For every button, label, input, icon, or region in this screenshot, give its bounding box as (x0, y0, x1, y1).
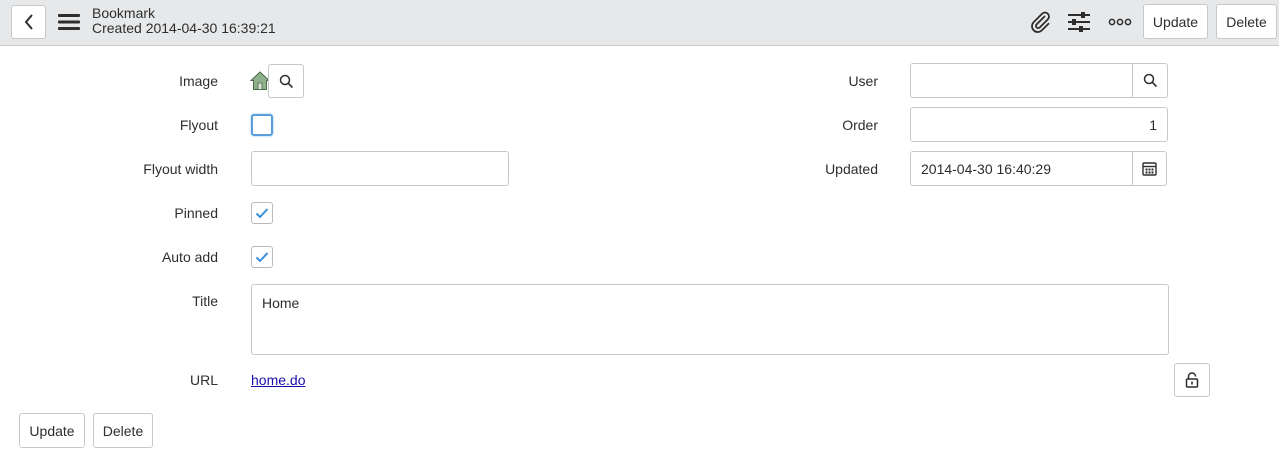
created-timestamp: Created 2014-04-30 16:39:21 (92, 20, 276, 36)
checkmark-icon (255, 208, 269, 219)
auto-add-label: Auto add (161, 249, 218, 265)
url-label: URL (189, 372, 218, 388)
form-header: Bookmark Created 2014-04-30 16:39:21 Upd… (0, 0, 1279, 46)
attachment-button[interactable] (1027, 9, 1053, 35)
unlock-icon (1185, 372, 1199, 388)
title-value: Home (262, 295, 300, 311)
header-update-button[interactable]: Update (1143, 4, 1208, 39)
checkmark-icon (255, 252, 269, 263)
user-lookup-button[interactable] (1132, 63, 1168, 98)
title-textarea[interactable]: Home (251, 284, 1169, 355)
pinned-checkbox[interactable] (251, 202, 273, 224)
updated-label: Updated (825, 161, 878, 177)
date-picker-button[interactable] (1132, 151, 1167, 186)
title-label: Title (192, 293, 218, 309)
home-icon (250, 71, 270, 90)
hamburger-menu-icon[interactable] (58, 12, 80, 32)
page-title: Bookmark (92, 5, 156, 21)
calendar-icon (1142, 162, 1157, 176)
url-link[interactable]: home.do (251, 372, 305, 388)
more-dots-icon (1108, 18, 1132, 26)
footer-update-button[interactable]: Update (19, 413, 85, 448)
url-lock-button[interactable] (1174, 363, 1210, 397)
search-icon (279, 74, 293, 88)
sliders-icon (1068, 12, 1090, 32)
updated-input[interactable] (910, 151, 1133, 186)
pinned-label: Pinned (174, 205, 218, 221)
auto-add-checkbox[interactable] (251, 246, 273, 268)
image-lookup-button[interactable] (268, 64, 304, 98)
paperclip-icon (1031, 11, 1050, 33)
image-label: Image (179, 73, 218, 89)
personalize-form-button[interactable] (1066, 9, 1092, 35)
user-input[interactable] (910, 63, 1133, 98)
flyout-checkbox[interactable] (251, 114, 273, 136)
chevron-left-icon (24, 14, 33, 30)
flyout-width-label: Flyout width (143, 161, 218, 177)
order-label: Order (842, 117, 878, 133)
more-options-button[interactable] (1107, 9, 1133, 35)
flyout-label: Flyout (179, 117, 218, 133)
search-icon (1143, 73, 1157, 88)
user-label: User (848, 73, 878, 89)
header-delete-button[interactable]: Delete (1216, 4, 1277, 39)
back-button[interactable] (11, 5, 46, 39)
order-input[interactable] (910, 107, 1168, 142)
footer-delete-button[interactable]: Delete (93, 413, 153, 448)
flyout-width-input[interactable] (251, 151, 509, 186)
